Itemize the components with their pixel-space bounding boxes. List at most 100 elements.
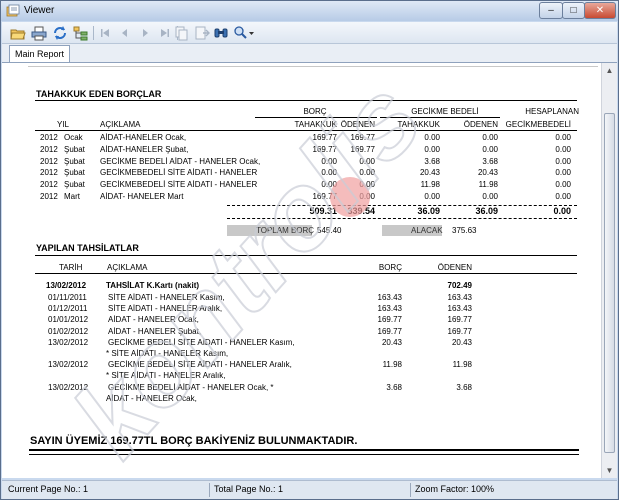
last-page-icon[interactable] [157,25,173,41]
debt-row-gecikme: 0.00 [555,144,571,154]
debt-row-aciklama: AİDAT- HANELER Mart [100,192,184,201]
maximize-button[interactable]: □ [562,2,585,19]
scroll-down-icon[interactable]: ▼ [602,463,617,478]
refresh-icon[interactable] [52,25,68,41]
col-aciklama: AÇIKLAMA [100,120,141,129]
total-g-odenen: 36.09 [475,206,498,216]
payment-row-odenen: 3.68 [456,382,472,392]
payment-row-odenen: 20.43 [451,337,472,347]
debt-row-odenen: 0.00 [359,180,375,190]
payment-row-tarih: 01/12/2011 [48,304,88,314]
find-icon[interactable] [213,25,229,41]
copy-icon[interactable] [173,25,189,41]
payment-row-aciklama: GECİKME BEDELİ AİDAT - HANELER Ocak, * [108,382,274,392]
group-hesap-label: HESAPLANAN [525,107,579,116]
debt-row-yil: 2012 [40,192,58,201]
scroll-up-icon[interactable]: ▲ [602,63,617,79]
tab-main-report[interactable]: Main Report [9,45,71,63]
payment-row-aciklama-cont: AİDAT - HANELER Ocak, [106,393,197,403]
payment-row-tarih: 13/02/2012 [48,382,89,392]
next-page-icon[interactable] [137,25,153,41]
status-current-page: Current Page No.: 1 [8,484,89,494]
payment-row-borc: 169.77 [377,326,402,336]
total-g-tahakkuk: 36.09 [417,206,440,216]
first-page-icon[interactable] [97,25,113,41]
report-viewport[interactable]: TAHAKKUK EDEN BORÇLAR BORÇ GECİKME BEDEL… [2,62,617,478]
scroll-thumb[interactable] [604,113,615,453]
payment-header-odenen: 702.49 [447,281,472,290]
debts-title: TAHAKKUK EDEN BORÇLAR [36,89,162,99]
payment-row-tarih: 13/02/2012 [48,360,89,370]
export-icon[interactable] [194,25,210,41]
col-yil: YIL [57,120,70,129]
debt-row-odenen: 169.77 [350,144,375,154]
debts-total-bottom-rule [227,218,577,219]
tree-icon[interactable] [73,25,89,41]
total-odenen: 339.54 [347,206,375,216]
prev-page-icon[interactable] [117,25,133,41]
col-pay-borc: BORÇ [378,263,402,272]
debt-row-aciklama: GECİKME BEDELİ AİDAT - HANELER Ocak, [100,156,260,166]
minimize-button[interactable]: – [539,2,563,19]
open-icon[interactable] [10,25,26,41]
vertical-scrollbar[interactable]: ▲ ▼ [601,63,617,478]
debts-header-rule [35,130,577,131]
debt-row-g-tahakkuk: 0.00 [424,192,440,201]
total-gecikme: 0.00 [553,206,571,216]
payment-row-aciklama: AİDAT - HANELER Şubat, [108,326,202,336]
payment-row-aciklama: GECİKME BEDELİ SİTE AİDATI - HANELER Kas… [108,337,295,347]
page-edge [28,66,598,67]
zoom-icon[interactable] [233,25,254,41]
window-title: Viewer [24,5,55,16]
status-zoom: Zoom Factor: 100% [415,484,495,494]
viewer-window: Viewer – □ ✕ Main Report TAHAKKUK EDEN B… [0,0,619,500]
debt-row-gecikme: 0.00 [555,192,571,201]
debt-row-g-odenen: 11.98 [478,180,498,190]
payment-row-tarih: 13/02/2012 [48,337,89,347]
debt-row-g-tahakkuk: 11.98 [420,180,440,190]
col-g-tahakkuk: TAHAKKUK [397,120,440,129]
debt-row-ay: Şubat [64,156,85,166]
payment-row-borc: 3.68 [386,382,402,392]
status-divider [209,483,210,497]
debt-row-g-odenen: 20.43 [477,168,498,178]
payment-row-aciklama: GECİKME BEDELİ SİTE AİDATI - HANELER Ara… [108,360,292,370]
debt-row-g-tahakkuk: 0.00 [424,144,440,154]
tab-strip: Main Report [2,44,617,63]
debt-row-yil: 2012 [40,156,58,166]
debt-row-yil: 2012 [40,180,58,190]
debt-row-odenen: 0.00 [359,192,375,201]
close-button[interactable]: ✕ [584,2,616,19]
debt-row-yil: 2012 [40,144,58,154]
debts-title-rule [35,100,577,101]
payment-header-tarih: 13/02/2012 [46,281,87,290]
debt-row-odenen: 0.00 [359,168,375,178]
status-total-page: Total Page No.: 1 [214,484,284,494]
debt-row-g-tahakkuk: 3.68 [424,156,440,166]
payment-row-tarih: 01/11/2011 [48,293,87,302]
payment-row-aciklama: AİDAT - HANELER Ocak, [108,315,199,325]
payment-row-odenen: 169.77 [447,315,472,325]
col-pay-odenen: ÖDENEN [437,263,472,272]
footer-message: SAYIN ÜYEMİZ 169.77TL BORÇ BAKİYENİZ BUL… [30,435,358,447]
group-borc-label: BORÇ [303,107,327,116]
group-gecikme-label: GECİKME BEDELİ [411,107,479,116]
title-bar[interactable]: Viewer – □ ✕ [1,1,618,21]
debt-row-gecikme: 0.00 [555,156,571,166]
toplam-borc-value: 545.40 [317,226,342,235]
debt-row-aciklama: AİDAT-HANELER Ocak, [100,133,187,142]
alacak-label: ALACAK [411,226,443,235]
col-g-odenen: ÖDENEN [463,120,498,129]
debt-row-g-tahakkuk: 20.43 [419,168,440,178]
status-divider [410,483,411,497]
payment-row-borc: 163.43 [377,293,402,302]
payment-row-odenen: 163.43 [447,293,472,302]
payment-row-odenen: 163.43 [447,304,472,314]
payment-row-aciklama-cont: * SİTE AİDATI - HANELER Kasım, [106,349,229,358]
debt-row-g-odenen: 3.68 [482,156,498,166]
payments-header-rule [35,273,577,274]
debt-row-ay: Şubat [64,144,85,154]
debt-row-yil: 2012 [40,133,58,142]
print-icon[interactable] [31,25,47,41]
toolbar-separator [93,26,94,40]
